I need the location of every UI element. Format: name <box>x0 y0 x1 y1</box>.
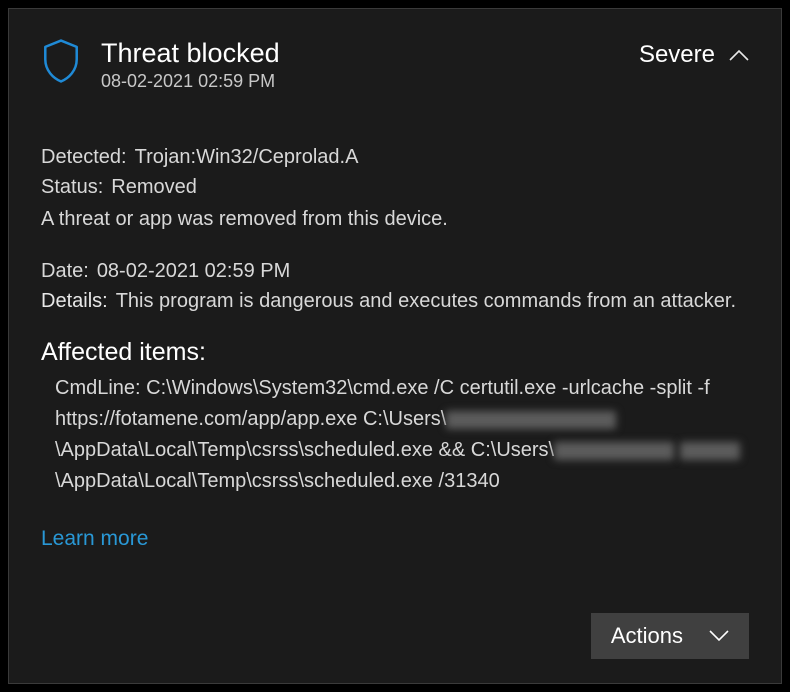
cmdline-part2: \AppData\Local\Temp\csrss\scheduled.exe … <box>55 439 554 461</box>
title-block: Threat blocked 08-02-2021 02:59 PM <box>101 37 280 92</box>
details-value: This program is dangerous and executes c… <box>116 286 736 316</box>
chevron-up-icon <box>729 49 749 61</box>
threat-timestamp: 08-02-2021 02:59 PM <box>101 71 280 92</box>
cmdline-label: CmdLine: <box>55 377 141 399</box>
details-label: Details: <box>41 286 108 316</box>
status-label: Status: <box>41 172 103 202</box>
cmdline-part3: \AppData\Local\Temp\csrss\scheduled.exe … <box>55 470 500 492</box>
date-row: Date: 08-02-2021 02:59 PM <box>41 256 749 286</box>
actions-button[interactable]: Actions <box>591 613 749 659</box>
status-row: Status: Removed <box>41 172 749 202</box>
threat-title: Threat blocked <box>101 37 280 69</box>
shield-icon <box>41 39 81 83</box>
date-value: 08-02-2021 02:59 PM <box>97 256 290 286</box>
detected-label: Detected: <box>41 142 127 172</box>
status-value: Removed <box>111 172 197 202</box>
footer: Actions <box>591 613 749 659</box>
chevron-down-icon <box>709 630 729 642</box>
date-label: Date: <box>41 256 89 286</box>
threat-card: Threat blocked 08-02-2021 02:59 PM Sever… <box>8 8 782 684</box>
redacted-username-1 <box>446 411 616 429</box>
card-body: Detected: Trojan:Win32/Ceprolad.A Status… <box>41 142 749 551</box>
details-row: Details: This program is dangerous and e… <box>41 286 749 316</box>
redacted-username-2 <box>554 442 674 460</box>
affected-section: Affected items: CmdLine: C:\Windows\Syst… <box>41 338 749 497</box>
date-details-block: Date: 08-02-2021 02:59 PM Details: This … <box>41 256 749 316</box>
severity-label: Severe <box>639 41 715 69</box>
learn-more-link[interactable]: Learn more <box>41 527 148 551</box>
severity-toggle[interactable]: Severe <box>639 41 749 69</box>
redacted-username-3 <box>680 442 740 460</box>
card-header: Threat blocked 08-02-2021 02:59 PM Sever… <box>41 37 749 92</box>
actions-label: Actions <box>611 623 683 649</box>
affected-title: Affected items: <box>41 338 749 367</box>
affected-body: CmdLine: C:\Windows\System32\cmd.exe /C … <box>41 373 749 497</box>
detected-row: Detected: Trojan:Win32/Ceprolad.A <box>41 142 749 172</box>
header-left: Threat blocked 08-02-2021 02:59 PM <box>41 37 280 92</box>
threat-message: A threat or app was removed from this de… <box>41 204 749 234</box>
detected-value: Trojan:Win32/Ceprolad.A <box>135 142 359 172</box>
